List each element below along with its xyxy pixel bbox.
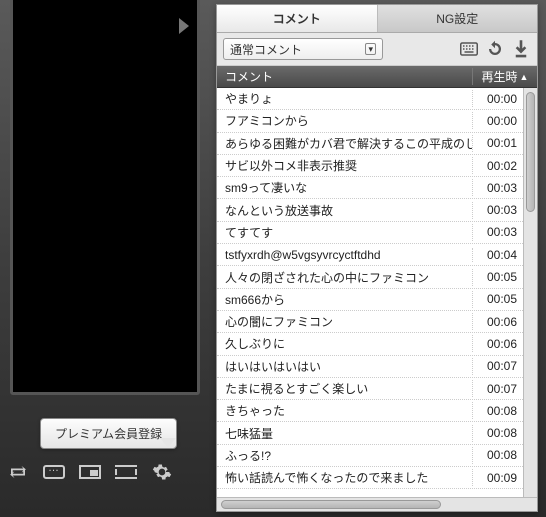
video-frame[interactable] (10, 0, 200, 395)
column-header-time[interactable]: 再生時▲ (473, 68, 537, 85)
comment-cell: sm9って凄いな (217, 179, 473, 196)
table-row[interactable]: 人々の閉ざされた心の中にファミコン00:05 (217, 266, 523, 288)
vertical-scrollbar[interactable] (523, 88, 537, 497)
comment-cell: やまりょ (217, 90, 473, 107)
time-cell: 00:05 (473, 270, 523, 284)
comment-cell: 心の闇にファミコン (217, 313, 473, 330)
comment-cell: たまに視るとすごく楽しい (217, 380, 473, 397)
column-header-comment-label: コメント (225, 70, 273, 84)
time-cell: 00:05 (473, 292, 523, 306)
refresh-icon[interactable] (485, 39, 505, 59)
table-row[interactable]: 久しぶりに00:06 (217, 333, 523, 355)
comment-cell: 久しぶりに (217, 335, 473, 352)
vertical-scroll-thumb[interactable] (526, 92, 535, 212)
table-row[interactable]: tstfyxrdh@w5vgsyvrcyctftdhd00:04 (217, 244, 523, 266)
tab-ng-settings[interactable]: NG設定 (378, 5, 538, 32)
time-cell: 00:07 (473, 359, 523, 373)
settings-gear-icon[interactable] (150, 462, 174, 482)
table-row[interactable]: なんという放送事故00:03 (217, 199, 523, 221)
comment-type-select[interactable]: 通常コメント ▾ (223, 38, 383, 60)
comment-cell: サビ以外コメ非表示推奨 (217, 157, 473, 174)
chevron-down-icon: ▾ (365, 43, 376, 55)
fullscreen-icon[interactable] (114, 462, 138, 482)
comment-type-selected: 通常コメント (230, 41, 302, 58)
horizontal-scrollbar[interactable] (217, 497, 537, 511)
time-cell: 00:06 (473, 337, 523, 351)
table-row[interactable]: sm9って凄いな00:03 (217, 177, 523, 199)
table-row[interactable]: ふっる!?00:08 (217, 445, 523, 467)
table-row[interactable]: あらゆる困難がカバ君で解決するこの平成のじ00:01 (217, 133, 523, 155)
table-row[interactable]: きちゃった00:08 (217, 400, 523, 422)
sort-asc-icon: ▲ (520, 72, 529, 82)
play-arrow-icon[interactable] (179, 18, 189, 34)
tooltip-pointer-icon (160, 438, 176, 448)
panel-tabs: コメント NG設定 (217, 5, 537, 33)
comment-cell: tstfyxrdh@w5vgsyvrcyctftdhd (217, 248, 473, 262)
comment-cell: あらゆる困難がカバ君で解決するこの平成のじ (217, 135, 473, 152)
comment-cell: きちゃった (217, 402, 473, 419)
time-cell: 00:01 (473, 136, 523, 150)
comment-table-header: コメント 再生時▲ (217, 66, 537, 88)
table-row[interactable]: 怖い話読んで怖くなったので来ました00:09 (217, 467, 523, 489)
premium-register-button[interactable]: プレミアム会員登録 (40, 418, 177, 449)
time-cell: 00:08 (473, 426, 523, 440)
time-cell: 00:03 (473, 181, 523, 195)
time-cell: 00:00 (473, 92, 523, 106)
comment-cell: 人々の閉ざされた心の中にファミコン (217, 269, 473, 286)
time-cell: 00:04 (473, 248, 523, 262)
comment-table-body: やまりょ00:00フアミコンから00:00あらゆる困難がカバ君で解決するこの平成… (217, 88, 537, 497)
download-icon[interactable] (511, 39, 531, 59)
keyboard-icon[interactable] (459, 39, 479, 59)
table-row[interactable]: てすてす00:03 (217, 222, 523, 244)
time-cell: 00:02 (473, 159, 523, 173)
player-toolbar (0, 457, 200, 487)
comment-cell: てすてす (217, 224, 473, 241)
video-player-area: プレミアム会員登録 (0, 0, 210, 517)
time-cell: 00:07 (473, 382, 523, 396)
tab-ng-label: NG設定 (436, 10, 478, 27)
comment-toggle-icon[interactable] (42, 462, 66, 482)
table-row[interactable]: はいはいはいはい00:07 (217, 356, 523, 378)
repeat-icon[interactable] (6, 462, 30, 482)
comment-cell: ふっる!? (217, 447, 473, 464)
table-row[interactable]: サビ以外コメ非表示推奨00:02 (217, 155, 523, 177)
premium-register-label: プレミアム会員登録 (55, 427, 162, 441)
table-row[interactable]: 心の闇にファミコン00:06 (217, 311, 523, 333)
table-row[interactable]: やまりょ00:00 (217, 88, 523, 110)
filter-row: 通常コメント ▾ (217, 33, 537, 66)
table-row[interactable]: たまに視るとすごく楽しい00:07 (217, 378, 523, 400)
comment-rows-container: やまりょ00:00フアミコンから00:00あらゆる困難がカバ君で解決するこの平成… (217, 88, 523, 497)
tab-comment[interactable]: コメント (217, 5, 378, 32)
time-cell: 00:08 (473, 404, 523, 418)
time-cell: 00:08 (473, 448, 523, 462)
table-row[interactable]: フアミコンから00:00 (217, 110, 523, 132)
comment-cell: なんという放送事故 (217, 202, 473, 219)
time-cell: 00:03 (473, 225, 523, 239)
screen-mode-icon[interactable] (78, 462, 102, 482)
table-row[interactable]: 七味猛量00:08 (217, 422, 523, 444)
comment-cell: はいはいはいはい (217, 358, 473, 375)
comment-cell: 怖い話読んで怖くなったので来ました (217, 469, 473, 486)
comment-panel: コメント NG設定 通常コメント ▾ コメント 再生時▲ やまりょ00:00フア… (216, 4, 538, 512)
comment-cell: sm666から (217, 291, 473, 308)
column-header-time-label: 再生時 (482, 68, 518, 85)
table-row[interactable]: sm666から00:05 (217, 289, 523, 311)
comment-cell: 七味猛量 (217, 425, 473, 442)
time-cell: 00:03 (473, 203, 523, 217)
comment-cell: フアミコンから (217, 112, 473, 129)
horizontal-scroll-thumb[interactable] (221, 500, 441, 509)
time-cell: 00:09 (473, 471, 523, 485)
tab-comment-label: コメント (273, 10, 321, 27)
time-cell: 00:06 (473, 315, 523, 329)
time-cell: 00:00 (473, 114, 523, 128)
column-header-comment[interactable]: コメント (217, 68, 473, 85)
